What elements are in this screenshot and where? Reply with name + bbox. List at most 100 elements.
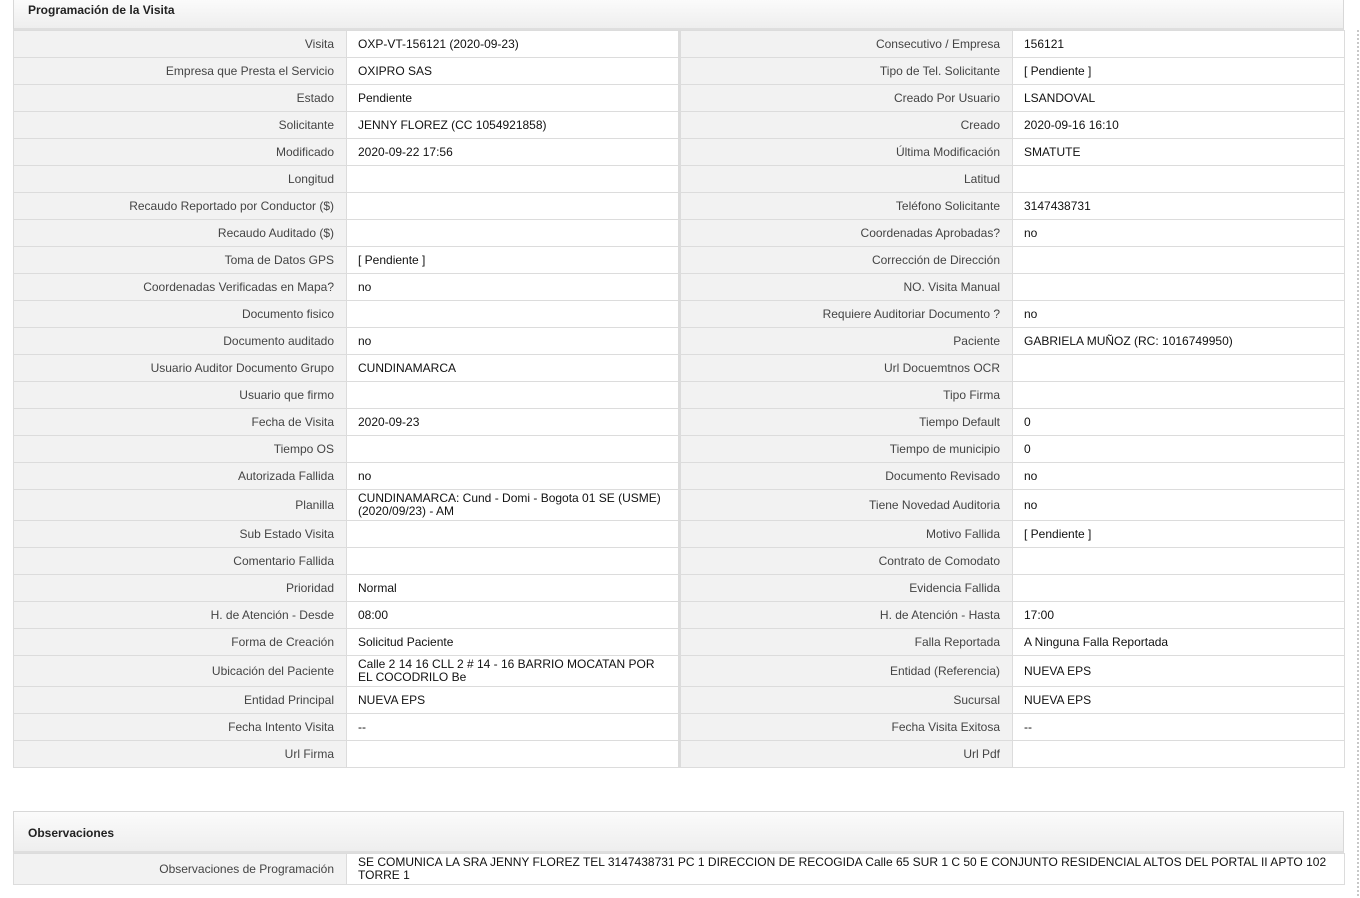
field-label: Paciente [678,327,1013,355]
field-value: SMATUTE [1012,138,1345,166]
table-row: Prioridad Normal Evidencia Fallida [13,574,1345,602]
field-label: Url Firma [13,740,347,768]
field-label: Tiempo de municipio [678,435,1013,463]
field-value: Calle 2 14 16 CLL 2 # 14 - 16 BARRIO MOC… [346,655,680,687]
field-value: [ Pendiente ] [346,246,680,274]
field-label: Documento Revisado [678,462,1013,490]
field-value: 0 [1012,435,1345,463]
table-row: Recaudo Reportado por Conductor ($) Teléf… [13,192,1345,220]
field-label: Ubicación del Paciente [13,655,347,687]
field-value [346,740,680,768]
field-label: Modificado [13,138,347,166]
field-value: LSANDOVAL [1012,84,1345,112]
table-row: Usuario que firmo Tipo Firma [13,381,1345,409]
field-value: [ Pendiente ] [1012,520,1345,548]
programacion-panel: Programación de la Visita Visita OXP-VT-1… [13,0,1345,768]
field-label: Coordenadas Verificadas en Mapa? [13,273,347,301]
field-value: NUEVA EPS [1012,655,1345,687]
field-label: Usuario Auditor Documento Grupo [13,354,347,382]
field-label: Coordenadas Aprobadas? [678,219,1013,247]
field-value [1012,574,1345,602]
table-row: Recaudo Auditado ($) Coordenadas Aprobada… [13,219,1345,247]
table-row: Documento auditado no Paciente GABRIELA MU… [13,327,1345,355]
field-value [346,219,680,247]
field-label: Documento auditado [13,327,347,355]
field-label: Documento fisico [13,300,347,328]
field-label: H. de Atención - Hasta [678,601,1013,629]
table-row: Sub Estado Visita Motivo Fallida[ Pendien… [13,520,1345,548]
field-value [1012,547,1345,575]
field-label: Url Pdf [678,740,1013,768]
field-label: Autorizada Fallida [13,462,347,490]
field-value [1012,246,1345,274]
table-row: Estado Pendiente Creado Por Usuario LSANDOV… [13,84,1345,112]
field-label: Requiere Auditoriar Documento ? [678,300,1013,328]
field-label: Consecutivo / Empresa [678,30,1013,58]
observaciones-title: Observaciones [13,811,1344,853]
table-row: Tiempo OS Tiempo de municipio 0 [13,435,1345,463]
field-value: 0 [1012,408,1345,436]
scrollbar-edge [1357,30,1359,898]
field-label: Teléfono Solicitante [678,192,1013,220]
field-label: Tipo de Tel. Solicitante [678,57,1013,85]
table-row: Fecha Intento Visita -- Fecha Visita Exit… [13,713,1345,741]
field-label: Última Modificación [678,138,1013,166]
table-row: Toma de Datos GPS[ Pendiente ] Corrección… [13,246,1345,274]
field-label: Evidencia Fallida [678,574,1013,602]
field-value [346,520,680,548]
field-value: Pendiente [346,84,680,112]
field-value [346,547,680,575]
programacion-table: Visita OXP-VT-156121 (2020-09-23) Consecut… [13,30,1345,768]
field-label: Url Docuemtnos OCR [678,354,1013,382]
field-value: JENNY FLOREZ (CC 1054921858) [346,111,680,139]
field-label: Recaudo Auditado ($) [13,219,347,247]
field-label: Usuario que firmo [13,381,347,409]
field-label: Toma de Datos GPS [13,246,347,274]
field-label: Recaudo Reportado por Conductor ($) [13,192,347,220]
table-row: Longitud Latitud [13,165,1345,193]
field-value [346,381,680,409]
field-value: [ Pendiente ] [1012,57,1345,85]
field-label: Entidad (Referencia) [678,655,1013,687]
field-value [1012,165,1345,193]
field-value: CUNDINAMARCA: Cund - Domi - Bogota 01 SE… [346,489,680,521]
field-label: Contrato de Comodato [678,547,1013,575]
field-value [1012,354,1345,382]
field-value: A Ninguna Falla Reportada [1012,628,1345,656]
field-label: Forma de Creación [13,628,347,656]
table-row: Autorizada Fallida no Documento Revisado … [13,462,1345,490]
field-value: Normal [346,574,680,602]
field-value: 156121 [1012,30,1345,58]
observaciones-table: Observaciones de Programación SE COMUNIC… [13,853,1345,885]
field-value: no [346,462,680,490]
field-label: Creado [678,111,1013,139]
field-label: Estado [13,84,347,112]
table-row: Coordenadas Verificadas en Mapa? no NO. V… [13,273,1345,301]
table-row: Comentario Fallida Contrato de Comodato [13,547,1345,575]
field-value: 08:00 [346,601,680,629]
field-value: no [1012,300,1345,328]
field-label: Visita [13,30,347,58]
table-row: Documento fisico Requiere Auditoriar Docu… [13,300,1345,328]
field-label: Sub Estado Visita [13,520,347,548]
table-row: Url Firma Url Pdf [13,740,1345,768]
field-value: 2020-09-22 17:56 [346,138,680,166]
field-label: Latitud [678,165,1013,193]
table-row: H. de Atención - Desde 08:00 H. de Atenció… [13,601,1345,629]
field-label: Planilla [13,489,347,521]
field-label: Corrección de Dirección [678,246,1013,274]
field-value [346,435,680,463]
field-value: no [1012,462,1345,490]
field-value: Solicitud Paciente [346,628,680,656]
field-label: Empresa que Presta el Servicio [13,57,347,85]
field-value: -- [1012,713,1345,741]
observaciones-panel: Observaciones Observaciones de Programac… [13,811,1345,885]
observaciones-label: Observaciones de Programación [13,853,347,885]
table-row: Modificado 2020-09-22 17:56 Última Modific… [13,138,1345,166]
field-label: Longitud [13,165,347,193]
observaciones-value: SE COMUNICA LA SRA JENNY FLOREZ TEL 3147… [346,853,1345,885]
field-value: 2020-09-16 16:10 [1012,111,1345,139]
field-value: NUEVA EPS [346,686,680,714]
table-row: Visita OXP-VT-156121 (2020-09-23) Consecut… [13,30,1345,58]
field-label: Creado Por Usuario [678,84,1013,112]
